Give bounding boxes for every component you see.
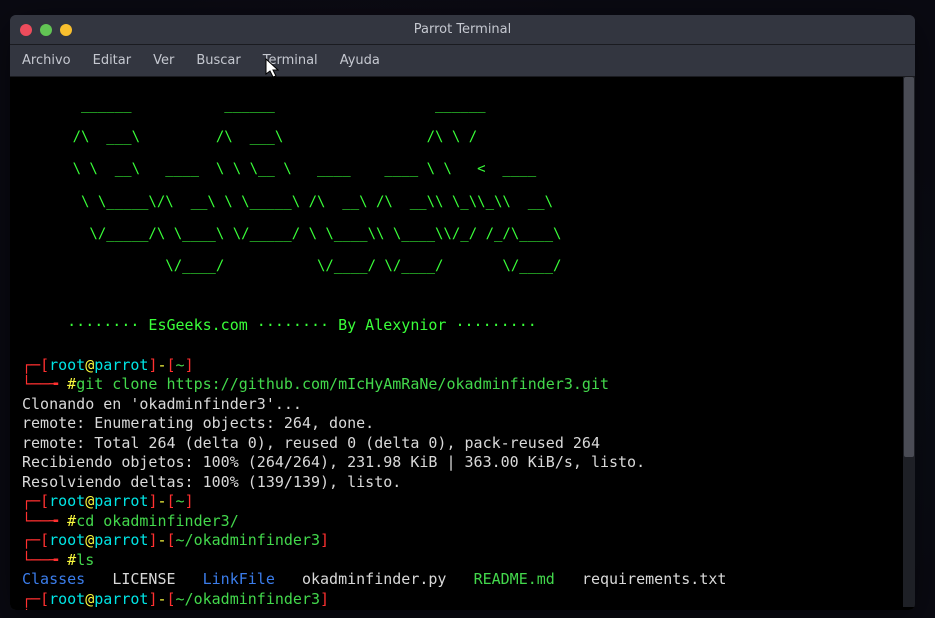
dash: - xyxy=(157,492,166,510)
terminal-output-area[interactable]: ______ ______ ______ /\ ___\ /\ ___\ /\ … xyxy=(10,77,915,610)
ascii-line: \/____/ \/____/ \/____/ \/____/ xyxy=(22,258,903,274)
corner-icon: ┌─ xyxy=(22,492,40,510)
prompt-user: root xyxy=(49,590,85,608)
menu-archivo[interactable]: Archivo xyxy=(22,53,71,68)
menu-ayuda[interactable]: Ayuda xyxy=(340,53,380,68)
ls-output: Classes LICENSE LinkFile okadminfinder.p… xyxy=(22,570,903,590)
terminal-window: Parrot Terminal Archivo Editar Ver Busca… xyxy=(10,15,915,610)
prompt-hash: # xyxy=(67,609,76,610)
tagline: ········ EsGeeks.com ········ By Alexyni… xyxy=(22,316,903,336)
prompt-host: parrot xyxy=(94,590,148,608)
bracket: [ xyxy=(167,590,176,608)
prompt-line: ┌─[root@parrot]-[~/okadminfinder3] xyxy=(22,590,903,610)
ls-file: okadminfinder.py xyxy=(302,570,447,588)
window-title: Parrot Terminal xyxy=(414,22,512,37)
prompt-at: @ xyxy=(85,356,94,374)
prompt-hash: # xyxy=(67,551,76,569)
prompt-line: ┌─[root@parrot]-[~] xyxy=(22,356,903,376)
ascii-line: /\ ___\ /\ ___\ /\ \ / xyxy=(22,129,903,145)
prompt-hash: # xyxy=(67,512,76,530)
bracket: [ xyxy=(40,356,49,374)
close-icon[interactable] xyxy=(20,24,32,36)
ls-file: LICENSE xyxy=(112,570,175,588)
output-line: remote: Enumerating objects: 264, done. xyxy=(22,414,903,434)
prompt-path: ~/okadminfinder3 xyxy=(176,531,321,549)
bracket: ] xyxy=(320,590,329,608)
command-text: ls xyxy=(76,551,94,569)
command-line: └──╼ #ls xyxy=(22,551,903,571)
prompt-host: parrot xyxy=(94,492,148,510)
ascii-line: \ \ __\ ____ \ \ \__ \ ____ ____ \ \ < _… xyxy=(22,161,903,177)
menu-ver[interactable]: Ver xyxy=(153,53,174,68)
ascii-line: \ \_____\/\ __\ \ \_____\ /\ __\ /\ __\\… xyxy=(22,194,903,210)
ascii-line: ______ ______ ______ xyxy=(22,97,903,113)
prompt-hash: # xyxy=(67,375,76,393)
arm-icon: └──╼ xyxy=(22,375,67,393)
command-line: └──╼ #git clone https://github.com/mIcHy… xyxy=(22,375,903,395)
scrollbar[interactable] xyxy=(903,77,915,607)
output-line: remote: Total 264 (delta 0), reused 0 (d… xyxy=(22,434,903,454)
dash: - xyxy=(157,590,166,608)
prompt-path: ~ xyxy=(176,356,185,374)
maximize-icon[interactable] xyxy=(60,24,72,36)
prompt-path: ~/okadminfinder3 xyxy=(176,590,321,608)
menubar: Archivo Editar Ver Buscar Terminal Ayuda xyxy=(10,45,915,77)
titlebar: Parrot Terminal xyxy=(10,15,915,45)
arm-icon: └──╼ xyxy=(22,551,67,569)
menu-buscar[interactable]: Buscar xyxy=(196,53,240,68)
bracket: [ xyxy=(40,531,49,549)
bracket: [ xyxy=(167,492,176,510)
dash: - xyxy=(157,531,166,549)
prompt-host: parrot xyxy=(94,356,148,374)
prompt-path: ~ xyxy=(176,492,185,510)
mouse-cursor-icon xyxy=(265,58,283,80)
prompt-at: @ xyxy=(85,531,94,549)
arm-icon: └──╼ xyxy=(22,609,67,610)
prompt-line: ┌─[root@parrot]-[~/okadminfinder3] xyxy=(22,531,903,551)
menu-editar[interactable]: Editar xyxy=(93,53,132,68)
bracket: [ xyxy=(167,356,176,374)
minimize-icon[interactable] xyxy=(40,24,52,36)
bracket: ] xyxy=(185,492,194,510)
corner-icon: ┌─ xyxy=(22,531,40,549)
corner-icon: ┌─ xyxy=(22,590,40,608)
bracket: [ xyxy=(167,531,176,549)
bracket: ] xyxy=(185,356,194,374)
output-line: Clonando en 'okadminfinder3'... xyxy=(22,395,903,415)
command-text: git clone https://github.com/mIcHyAmRaNe… xyxy=(76,375,609,393)
prompt-host: parrot xyxy=(94,531,148,549)
output-line: Recibiendo objetos: 100% (264/264), 231.… xyxy=(22,453,903,473)
prompt-line: ┌─[root@parrot]-[~] xyxy=(22,492,903,512)
bracket: ] xyxy=(320,531,329,549)
prompt-at: @ xyxy=(85,590,94,608)
prompt-at: @ xyxy=(85,492,94,510)
bracket: [ xyxy=(40,492,49,510)
ls-dir: LinkFile xyxy=(203,570,275,588)
ls-file: requirements.txt xyxy=(582,570,727,588)
output-line: Resolviendo deltas: 100% (139/139), list… xyxy=(22,473,903,493)
command-line: └──╼ #pip3 install -r requirements.txt xyxy=(22,609,903,610)
ascii-banner: ______ ______ ______ /\ ___\ /\ ___\ /\ … xyxy=(22,81,903,306)
prompt-user: root xyxy=(49,492,85,510)
command-line: └──╼ #cd okadminfinder3/ xyxy=(22,512,903,532)
prompt-user: root xyxy=(49,531,85,549)
prompt-user: root xyxy=(49,356,85,374)
scrollbar-thumb[interactable] xyxy=(904,77,914,457)
arm-icon: └──╼ xyxy=(22,512,67,530)
command-text: cd okadminfinder3/ xyxy=(76,512,239,530)
corner-icon: ┌─ xyxy=(22,356,40,374)
bracket: [ xyxy=(40,590,49,608)
command-text: pip3 install -r requirements.txt xyxy=(76,609,365,610)
ls-file: README.md xyxy=(474,570,555,588)
ls-dir: Classes xyxy=(22,570,85,588)
ascii-line: \/_____/\ \____\ \/_____/ \ \____\\ \___… xyxy=(22,226,903,242)
dash: - xyxy=(157,356,166,374)
window-controls xyxy=(20,24,72,36)
